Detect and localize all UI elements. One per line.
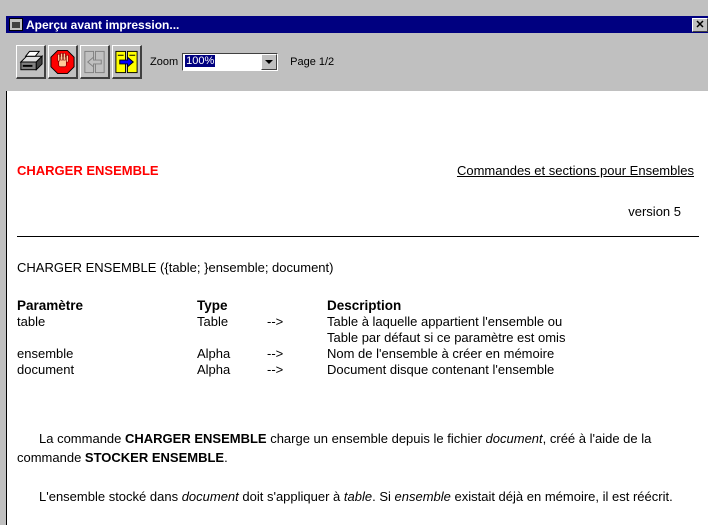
table-row: document Alpha --> Document disque conte… <box>17 362 699 378</box>
param-type: Alpha <box>197 362 231 377</box>
page-indicator: Page 1/2 <box>290 56 335 68</box>
header-description: Description <box>327 298 402 313</box>
stop-button[interactable] <box>48 45 78 79</box>
description-paragraph: L'ensemble stocké dans document doit s'a… <box>39 489 673 504</box>
param-description: Table par défaut si ce paramètre est omi… <box>327 330 566 345</box>
preview-page[interactable]: CHARGER ENSEMBLE Commandes et sections p… <box>6 91 708 525</box>
header-param: Paramètre <box>17 298 84 313</box>
param-arrow: --> <box>267 346 284 361</box>
param-type: Alpha <box>197 346 231 361</box>
window-title: Aperçu avant impression... <box>26 17 180 32</box>
table-row: Table par défaut si ce paramètre est omi… <box>17 330 699 346</box>
doc-syntax: CHARGER ENSEMBLE ({table; }ensemble; doc… <box>17 260 334 275</box>
previous-page-button[interactable] <box>80 45 110 79</box>
close-button[interactable]: ✕ <box>692 17 708 32</box>
param-name: document <box>17 362 75 377</box>
param-name: ensemble <box>17 346 74 361</box>
next-page-icon <box>115 50 138 73</box>
description-paragraph: La commande CHARGER ENSEMBLE charge un e… <box>17 431 652 465</box>
print-icon <box>19 50 44 71</box>
doc-version: version 5 <box>628 204 681 219</box>
table-header: Paramètre Type Description <box>17 298 699 314</box>
chevron-down-icon[interactable] <box>261 54 278 70</box>
param-arrow <box>267 330 327 346</box>
param-name: table <box>17 314 46 329</box>
print-button[interactable] <box>16 45 46 79</box>
param-description: Table à laquelle appartient l'ensemble o… <box>327 314 563 329</box>
param-arrow: --> <box>267 314 284 329</box>
parameters-table: Paramètre Type Description table Table -… <box>17 298 699 378</box>
zoom-value: 100% <box>185 55 216 67</box>
previous-page-icon <box>84 50 105 73</box>
param-type <box>197 330 267 346</box>
stop-icon <box>50 49 75 74</box>
zoom-select[interactable]: 100% <box>182 53 279 71</box>
header-type: Type <box>197 298 228 313</box>
param-type: Table <box>197 314 229 329</box>
divider <box>17 236 699 237</box>
param-description: Nom de l'ensemble à créer en mémoire <box>327 346 555 361</box>
param-arrow: --> <box>267 362 284 377</box>
title-bar: Aperçu avant impression... ✕ <box>6 16 708 33</box>
doc-title: CHARGER ENSEMBLE <box>17 163 159 178</box>
param-name <box>17 330 197 346</box>
table-row: table Table --> Table à laquelle apparti… <box>17 314 699 330</box>
doc-section-link: Commandes et sections pour Ensembles <box>456 163 694 178</box>
toolbar: Zoom 100% Page 1/2 <box>6 33 708 91</box>
param-description: Document disque contenant l'ensemble <box>327 362 555 377</box>
table-row: ensemble Alpha --> Nom de l'ensemble à c… <box>17 346 699 362</box>
zoom-label: Zoom <box>150 56 179 68</box>
print-preview-window: Aperçu avant impression... ✕ Zoom 100% P… <box>0 0 708 525</box>
next-page-button[interactable] <box>112 45 142 79</box>
app-icon <box>9 18 23 31</box>
